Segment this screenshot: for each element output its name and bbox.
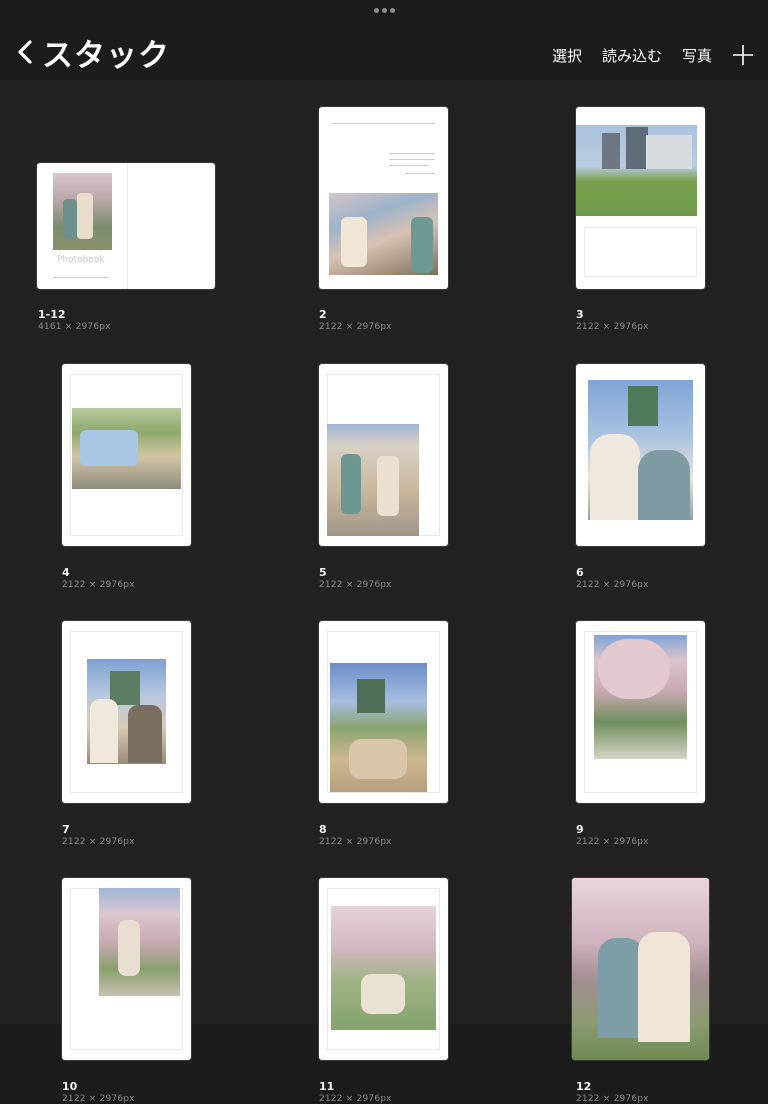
figure-shape [377,456,399,516]
figure-shape [90,699,118,763]
castle-shape [110,671,140,705]
multitasking-handle[interactable] [374,8,395,13]
artwork-thumbnail[interactable] [319,878,448,1060]
import-button[interactable]: 読み込む [602,45,662,66]
figure-shape [411,217,433,273]
building-shape [626,127,648,169]
figure-shape [349,739,407,779]
page-number: 5 [319,566,327,579]
toolbar-actions: 選択 読み込む 写真 [552,44,754,66]
figure-shape [341,217,367,267]
text-line [405,173,435,174]
page-size: 2122 × 2976px [319,837,392,847]
page-number: 12 [576,1080,592,1093]
page-number: 4 [62,566,70,579]
figure-shape [361,974,405,1014]
select-button[interactable]: 選択 [552,45,582,66]
text-line [331,123,435,124]
artwork-thumbnail[interactable] [319,107,448,289]
tree-shape [598,639,670,699]
page-number: 3 [576,308,584,321]
page-number: 11 [319,1080,335,1093]
artwork-thumbnail[interactable] [319,364,448,546]
text-line [389,165,429,166]
castle-shape [357,679,385,713]
page-size: 2122 × 2976px [62,837,135,847]
artwork-thumbnail[interactable] [572,878,709,1060]
figure-shape [63,199,77,239]
figure-shape [341,454,361,514]
page-size: 2122 × 2976px [576,837,649,847]
page-fold [127,163,128,289]
page-number: 6 [576,566,584,579]
artwork-thumbnail[interactable] [62,364,191,546]
castle-shape [628,386,658,426]
artwork-thumbnail[interactable] [576,621,705,803]
artwork-thumbnail[interactable] [576,364,705,546]
artwork-stack-grid: Photobook 1-12 4161 × 2976px 2 2122 × 29… [0,80,768,1104]
artwork-thumbnail[interactable] [319,621,448,803]
plus-icon[interactable] [732,44,754,66]
text-line [389,159,435,160]
back-button[interactable]: スタック [12,30,170,74]
navigation-bar: スタック 選択 読み込む 写真 [0,0,768,80]
page-number: 2 [319,308,327,321]
page-size: 2122 × 2976px [576,580,649,590]
building-shape [602,133,620,169]
figure-shape [77,193,93,239]
figure-shape [128,705,162,763]
page-size: 2122 × 2976px [319,580,392,590]
figure-shape [590,434,640,520]
page-number: 9 [576,823,584,836]
page-size: 2122 × 2976px [576,322,649,332]
page-title: スタック [42,37,170,74]
page-size: 2122 × 2976px [62,1094,135,1104]
page-size: 2122 × 2976px [576,1094,649,1104]
cover-title-text: Photobook [57,255,105,265]
artwork-thumbnail[interactable] [62,878,191,1060]
page-number: 7 [62,823,70,836]
cover-subtitle-line [53,277,109,278]
page-number: 8 [319,823,327,836]
page-frame [584,227,697,277]
chevron-left-icon [18,40,32,64]
page-size: 2122 × 2976px [319,322,392,332]
artwork-thumbnail[interactable] [62,621,191,803]
artwork-thumbnail-spread[interactable]: Photobook [37,163,215,289]
building-shape [646,135,692,169]
tram-shape [80,430,138,466]
page-number: 10 [62,1080,78,1093]
artwork-thumbnail[interactable] [576,107,705,289]
page-number: 1-12 [38,308,66,321]
page-size: 4161 × 2976px [38,322,111,332]
page-size: 2122 × 2976px [319,1094,392,1104]
figure-shape [118,920,140,976]
figure-shape [638,932,690,1042]
page-size: 2122 × 2976px [62,580,135,590]
text-line [389,153,435,154]
figure-shape [638,450,690,520]
photo-button[interactable]: 写真 [682,45,712,66]
